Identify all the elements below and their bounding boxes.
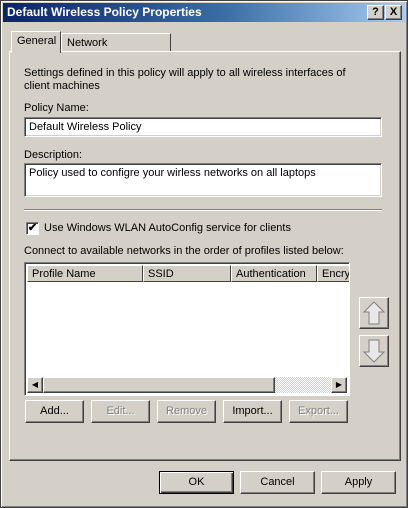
- description-field[interactable]: Policy used to configre your wirless net…: [24, 163, 382, 197]
- intro-text: Settings defined in this policy will app…: [24, 67, 346, 92]
- autoconfig-checkbox-label[interactable]: Use Windows WLAN AutoConfig service for …: [44, 222, 291, 234]
- horizontal-scrollbar[interactable]: ◀ ▶: [27, 377, 347, 393]
- column-header-encryption[interactable]: Encry: [317, 265, 349, 282]
- export-button[interactable]: Export...: [289, 400, 348, 423]
- add-button[interactable]: Add...: [25, 400, 84, 423]
- scroll-right-icon[interactable]: ▶: [331, 377, 347, 393]
- description-value: Policy used to configre your wirless net…: [29, 167, 316, 179]
- scrollbar-thumb[interactable]: [43, 377, 275, 393]
- import-button[interactable]: Import...: [223, 400, 282, 423]
- description-label: Description:: [24, 149, 83, 161]
- autoconfig-checkbox[interactable]: ✔: [26, 222, 39, 235]
- policy-name-label: Policy Name:: [24, 102, 89, 114]
- tab-network-permissions[interactable]: Network Permissions: [61, 33, 171, 67]
- scroll-left-icon[interactable]: ◀: [27, 377, 43, 393]
- help-button[interactable]: ?: [367, 5, 384, 20]
- move-down-button[interactable]: [359, 335, 389, 367]
- general-tab-panel: Settings defined in this policy will app…: [9, 51, 401, 461]
- cancel-button[interactable]: Cancel: [240, 471, 315, 494]
- move-up-button[interactable]: [359, 297, 389, 329]
- apply-button[interactable]: Apply: [321, 471, 396, 494]
- separator: [24, 209, 382, 211]
- column-header-authentication[interactable]: Authentication: [231, 265, 317, 282]
- edit-button[interactable]: Edit...: [91, 400, 150, 423]
- ok-button[interactable]: OK: [159, 471, 234, 494]
- properties-dialog: Default Wireless Policy Properties ? X G…: [0, 0, 408, 508]
- policy-name-value: Default Wireless Policy: [29, 121, 142, 133]
- window-title: Default Wireless Policy Properties: [7, 5, 202, 19]
- title-bar[interactable]: Default Wireless Policy Properties: [3, 3, 405, 22]
- policy-name-field[interactable]: Default Wireless Policy: [24, 117, 382, 137]
- remove-button[interactable]: Remove: [157, 400, 216, 423]
- close-button[interactable]: X: [385, 5, 402, 20]
- arrow-up-icon: [362, 301, 386, 325]
- tab-general[interactable]: General: [11, 31, 61, 53]
- profiles-list[interactable]: Profile Name SSID Authentication Encry ◀…: [24, 262, 350, 396]
- networks-label: Connect to available networks in the ord…: [24, 245, 344, 257]
- arrow-down-icon: [362, 339, 386, 363]
- column-header-ssid[interactable]: SSID: [143, 265, 231, 282]
- column-header-profile-name[interactable]: Profile Name: [27, 265, 143, 282]
